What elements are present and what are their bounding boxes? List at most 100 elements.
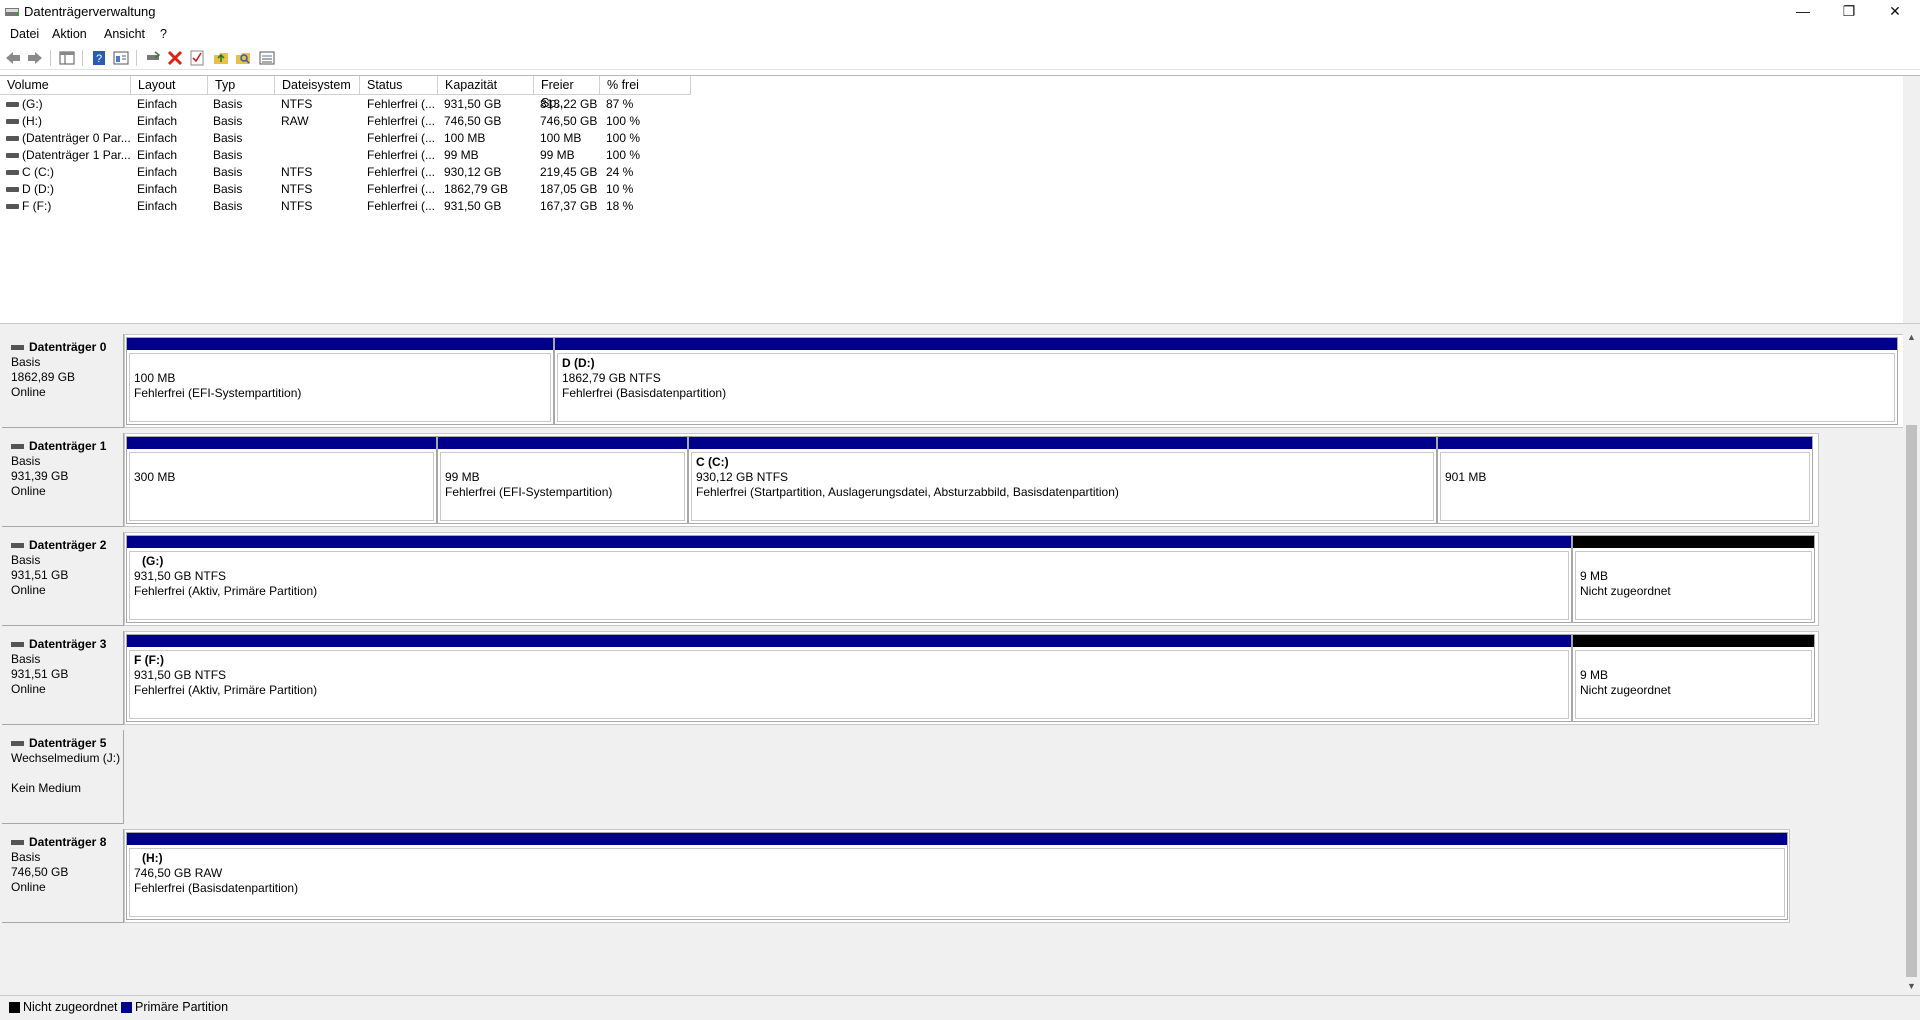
disk-info[interactable]: Datenträger 1 Basis 931,39 GB Online (2, 433, 124, 527)
table-cell-status: Fehlerfrei (... (367, 97, 436, 111)
partition-size: 9 MB (1580, 569, 1609, 583)
partition-block[interactable]: (H:) 746,50 GB RAW Fehlerfrei (Basisdatenp… (126, 832, 1788, 920)
properties-icon[interactable] (112, 49, 130, 67)
table-row[interactable]: (G:) Einfach Basis NTFS Fehlerfrei (... 931,5… (0, 96, 700, 113)
delete-icon[interactable] (166, 49, 184, 67)
partition-name (445, 455, 680, 470)
partition-block[interactable]: (G:) 931,50 GB NTFS Fehlerfrei (Aktiv, Pri… (126, 535, 1572, 623)
partition-block[interactable]: 100 MB Fehlerfrei (EFI-Systempartition) (126, 337, 554, 425)
disk-type: Basis (11, 652, 41, 666)
table-cell-typ: Basis (213, 182, 243, 196)
list-icon[interactable] (258, 49, 276, 67)
column-header-status[interactable]: Status (360, 76, 438, 95)
minimize-button[interactable]: — (1780, 0, 1826, 24)
partition-block[interactable]: C (C:) 930,12 GB NTFS Fehlerfrei (Startpar… (688, 436, 1437, 524)
disk-status: Online (11, 880, 46, 894)
disk-icon (11, 543, 24, 548)
disk-icon (11, 642, 24, 647)
disk-name: Datenträger 0 (11, 340, 123, 355)
volume-list: Volume Layout Typ Dateisystem Status Kap… (0, 75, 1920, 324)
table-cell-typ: Basis (213, 165, 243, 179)
disk-name-label: Datenträger 0 (29, 340, 107, 354)
forward-icon[interactable] (26, 49, 44, 67)
scrollbar-thumb[interactable] (1906, 425, 1917, 977)
partition-block[interactable]: 300 MB (126, 436, 437, 524)
table-row[interactable]: F (F:) Einfach Basis NTFS Fehlerfrei (... 931… (0, 198, 700, 215)
maximize-button[interactable]: ❐ (1826, 0, 1872, 24)
import-icon[interactable] (212, 49, 230, 67)
partition-size: 100 MB (134, 371, 176, 385)
table-cell-pct: 100 % (606, 148, 641, 162)
partition-block[interactable]: 99 MB Fehlerfrei (EFI-Systempartition) (437, 436, 688, 524)
volume-icon (6, 102, 19, 107)
partition-block[interactable]: F (F:) 931,50 GB NTFS Fehlerfrei (Aktiv, P… (126, 634, 1572, 722)
partition-block[interactable]: 901 MB (1437, 436, 1813, 524)
disk-info[interactable]: Datenträger 3 Basis 931,51 GB Online (2, 631, 124, 725)
table-cell-volume: D (D:) (22, 182, 54, 196)
table-row[interactable]: C (C:) Einfach Basis NTFS Fehlerfrei (... 930… (0, 164, 700, 181)
search-icon[interactable] (234, 49, 252, 67)
column-header-layout[interactable]: Layout (131, 76, 208, 95)
disk-status: Online (11, 583, 46, 597)
disk-type: Wechselmedium (J:) (11, 751, 121, 765)
disk-info[interactable]: Datenträger 5 Wechselmedium (J:) Kein Medi… (2, 730, 124, 824)
partition-block[interactable]: D (D:) 1862,79 GB NTFS Fehlerfrei (Basisda… (554, 337, 1898, 425)
table-cell-cap: 746,50 GB (444, 114, 502, 128)
menu-ansicht[interactable]: Ansicht (104, 27, 145, 41)
back-icon[interactable] (4, 49, 22, 67)
partition-name (1445, 455, 1805, 470)
table-cell-typ: Basis (213, 114, 243, 128)
partition-name: F (F:) (134, 653, 164, 667)
column-header-freier-speicher[interactable]: Freier Sp... (534, 76, 600, 110)
table-row[interactable]: D (D:) Einfach Basis NTFS Fehlerfrei (... 186… (0, 181, 700, 198)
disk-icon (11, 444, 24, 449)
legend: Nicht zugeordnet Primäre Partition (0, 995, 1920, 1020)
legend-label-unallocated: Nicht zugeordnet (23, 1000, 118, 1014)
table-cell-layout: Einfach (137, 148, 178, 162)
table-cell-pct: 100 % (606, 114, 641, 128)
table-cell-typ: Basis (213, 131, 243, 145)
column-header-prozent-frei[interactable]: % frei (600, 76, 691, 95)
partition-status: Fehlerfrei (Basisdatenpartition) (134, 881, 299, 895)
partition-name (1580, 653, 1807, 668)
scroll-down-icon[interactable]: ▼ (1907, 981, 1916, 991)
table-row[interactable]: (H:) Einfach Basis RAW Fehlerfrei (... 746,50… (0, 113, 700, 130)
disk-info[interactable]: Datenträger 8 Basis 746,50 GB Online (2, 829, 124, 923)
table-cell-cap: 930,12 GB (444, 165, 502, 179)
menu-aktion[interactable]: Aktion (52, 27, 87, 41)
help-icon[interactable]: ? (90, 49, 108, 67)
table-cell-fs: NTFS (281, 199, 313, 213)
table-cell-layout: Einfach (137, 182, 178, 196)
partition-details: (H:) 746,50 GB RAW Fehlerfrei (Basisdatenp… (129, 848, 1785, 917)
disk-view-scrollbar[interactable]: ▲ ▼ (1903, 329, 1920, 995)
table-cell-layout: Einfach (137, 199, 178, 213)
disk-info[interactable]: Datenträger 0 Basis 1862,89 GB Online (2, 334, 124, 428)
table-row[interactable]: (Datenträger 0 Par... Einfach Basis Fehlerf… (0, 130, 700, 147)
unallocated-partition[interactable]: 9 MB Nicht zugeordnet (1572, 535, 1815, 623)
column-header-dateisystem[interactable]: Dateisystem (275, 76, 360, 95)
column-header-typ[interactable]: Typ (208, 76, 275, 95)
connect-icon[interactable] (144, 49, 162, 67)
volume-list-scrollbar[interactable] (1903, 76, 1920, 324)
disk-size: 931,51 GB (11, 568, 69, 582)
partition-details: 300 MB (129, 452, 434, 521)
unallocated-partition[interactable]: 9 MB Nicht zugeordnet (1572, 634, 1815, 722)
partition-details: 100 MB Fehlerfrei (EFI-Systempartition) (129, 353, 551, 422)
disk-name-label: Datenträger 2 (29, 538, 107, 552)
table-cell-pct: 18 % (606, 199, 634, 213)
disk-type: Basis (11, 355, 41, 369)
column-header-kapazitaet[interactable]: Kapazität (438, 76, 534, 95)
scroll-up-icon[interactable]: ▲ (1907, 332, 1916, 342)
check-icon[interactable] (188, 49, 206, 67)
menu-help[interactable]: ? (160, 27, 167, 41)
column-header-volume[interactable]: Volume (0, 76, 131, 95)
close-button[interactable]: ✕ (1872, 0, 1918, 24)
disk-info[interactable]: Datenträger 2 Basis 931,51 GB Online (2, 532, 124, 626)
partition-size: 901 MB (1445, 470, 1487, 484)
table-cell-cap: 931,50 GB (444, 199, 502, 213)
table-row[interactable]: (Datenträger 1 Par... Einfach Basis Fehlerf… (0, 147, 700, 164)
console-tree-icon[interactable] (58, 49, 76, 67)
table-cell-layout: Einfach (137, 114, 178, 128)
menu-datei[interactable]: Datei (10, 27, 39, 41)
partition-details: 9 MB Nicht zugeordnet (1575, 650, 1812, 719)
